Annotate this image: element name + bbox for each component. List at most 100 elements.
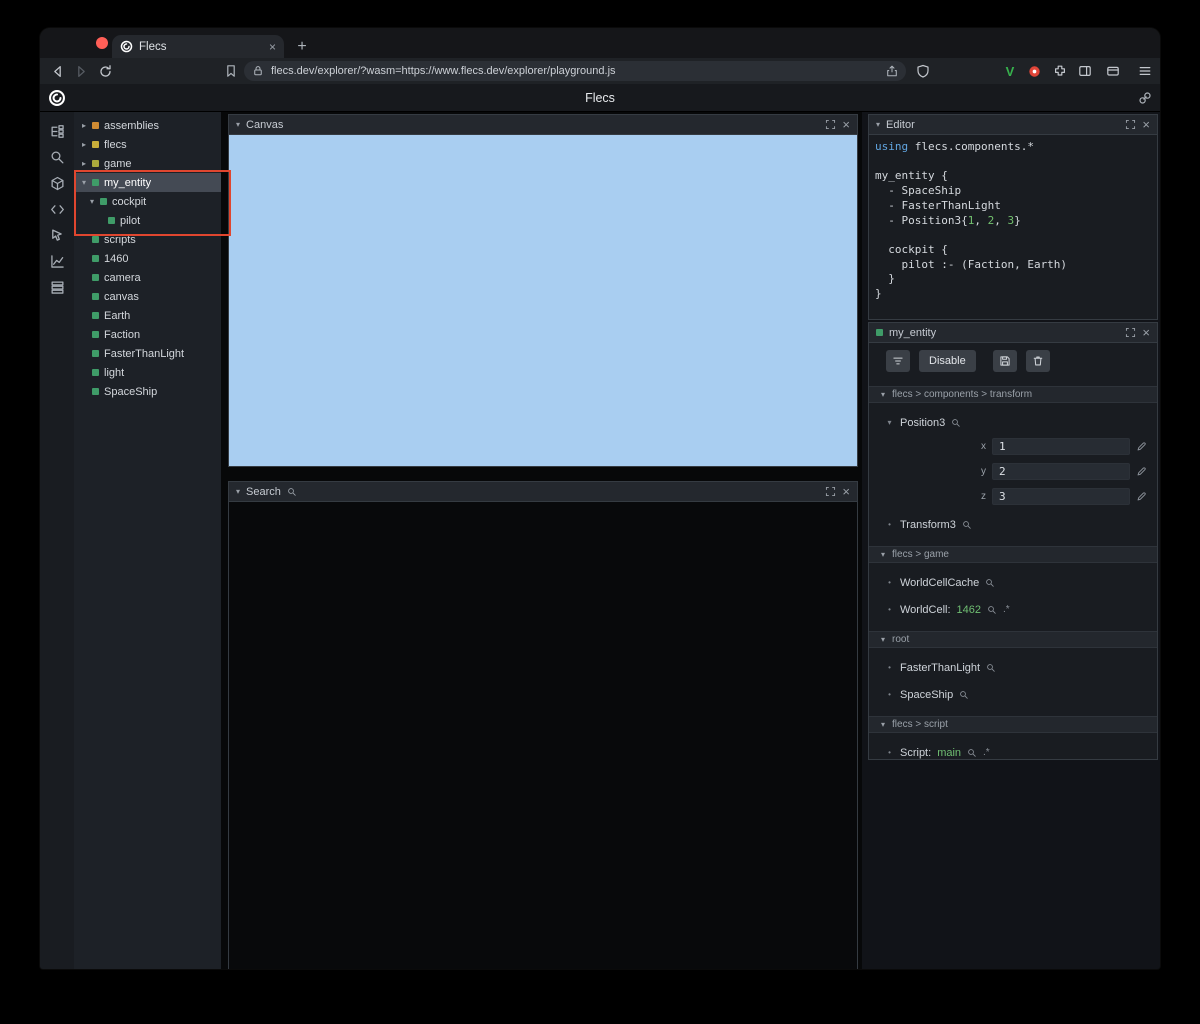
right-column: ▾ Editor × using flecs.components.* my_e… [862,112,1160,969]
flecs-logo-icon[interactable] [48,89,66,107]
code-editor[interactable]: using flecs.components.* my_entity { - S… [869,135,1157,307]
search-panel: ▾ Search × [228,481,858,969]
tree-item-light[interactable]: light [74,363,221,382]
tree-item-scripts[interactable]: scripts [74,230,221,249]
close-window-button[interactable] [96,37,108,49]
component-row-worldcellcache[interactable]: • WorldCellCache [869,575,1157,590]
query-icon[interactable] [987,605,997,615]
rail-search-button[interactable] [40,144,74,170]
component-row-position3[interactable]: ▾ Position3 [869,415,1157,430]
query-icon[interactable] [986,663,996,673]
rail-memory-button[interactable] [40,274,74,300]
position3-z-input[interactable] [992,488,1130,505]
tree-item-flecs[interactable]: ▸ flecs [74,135,221,154]
record-extension-icon[interactable] [1028,65,1041,78]
tree-item-camera[interactable]: camera [74,268,221,287]
query-icon[interactable] [959,690,969,700]
pencil-icon[interactable] [1136,491,1147,502]
reload-icon[interactable] [98,64,113,79]
fullscreen-icon[interactable] [1125,327,1136,338]
close-icon[interactable]: × [1142,118,1150,131]
query-icon[interactable] [951,418,961,428]
tree-item-pilot[interactable]: pilot [74,211,221,230]
tree-item-1460[interactable]: 1460 [74,249,221,268]
chevron-down-icon[interactable]: ▾ [236,120,240,129]
browser-tab[interactable]: Flecs × [112,35,284,58]
back-icon[interactable] [50,64,65,79]
entity-icon [92,369,99,376]
chevron-down-icon[interactable]: ▾ [236,487,240,496]
link-icon[interactable] [1138,91,1152,105]
fullscreen-icon[interactable] [1125,119,1136,130]
render-canvas[interactable] [229,135,857,466]
close-icon[interactable]: × [1142,326,1150,339]
tree-item-SpaceShip[interactable]: SpaceShip [74,382,221,401]
section-header[interactable]: ▾ root [869,631,1157,648]
component-row-spaceship[interactable]: • SpaceShip [869,687,1157,702]
section-header[interactable]: ▾ flecs > game [869,546,1157,563]
position3-x-input[interactable] [992,438,1130,455]
menu-icon[interactable] [1138,64,1152,78]
tree-item-cockpit[interactable]: ▾ cockpit [74,192,221,211]
section-header[interactable]: ▾ flecs > components > transform [869,386,1157,403]
query-icon[interactable] [962,520,972,530]
rail-inspect-button[interactable] [40,222,74,248]
chevron-down-icon[interactable]: ▾ [90,197,100,206]
disable-button[interactable]: Disable [919,350,976,372]
tree-item-game[interactable]: ▸ game [74,154,221,173]
tree-item-Earth[interactable]: Earth [74,306,221,325]
pencil-icon[interactable] [1136,441,1147,452]
query-icon[interactable] [985,578,995,588]
search-panel-header: ▾ Search × [229,482,857,502]
tree-item-Faction[interactable]: Faction [74,325,221,344]
sidebar-toggle-icon[interactable] [1078,64,1092,78]
fullscreen-icon[interactable] [825,486,836,497]
chevron-right-icon[interactable]: ▸ [82,140,92,149]
tree-item-assemblies[interactable]: ▸ assemblies [74,116,221,135]
rail-tree-button[interactable] [40,118,74,144]
url-text[interactable]: flecs.dev/explorer/?wasm=https://www.fle… [271,65,879,77]
rail-stats-button[interactable] [40,248,74,274]
close-icon[interactable]: × [842,485,850,498]
page-title: Flecs [585,90,615,105]
tab-close-icon[interactable]: × [269,40,276,54]
save-button[interactable] [992,350,1017,372]
tree-item-canvas[interactable]: canvas [74,287,221,306]
component-row-fasterthanlight[interactable]: • FasterThanLight [869,660,1157,675]
close-icon[interactable]: × [842,118,850,131]
component-row-script[interactable]: • Script: main .* [869,745,1157,759]
position3-y-input[interactable] [992,463,1130,480]
section-path: flecs > components > transform [892,389,1033,400]
chevron-right-icon[interactable]: ▸ [82,121,92,130]
component-row-worldcell[interactable]: • WorldCell: 1462 .* [869,602,1157,617]
chevron-down-icon[interactable]: ▾ [82,178,92,187]
tree-item-FasterThanLight[interactable]: FasterThanLight [74,344,221,363]
pencil-icon[interactable] [1136,466,1147,477]
tree-item-label: camera [104,271,141,284]
fullscreen-icon[interactable] [825,119,836,130]
share-icon[interactable] [886,65,898,77]
filter-button[interactable] [886,350,910,372]
extensions-puzzle-icon[interactable] [1053,64,1067,78]
rail-entities-button[interactable] [40,170,74,196]
address-bar[interactable]: flecs.dev/explorer/?wasm=https://www.fle… [244,61,906,81]
section-header[interactable]: ▾ flecs > script [869,716,1157,733]
extension-v-icon[interactable]: V [1002,63,1018,79]
delete-button[interactable] [1025,350,1050,372]
tree-item-label: FasterThanLight [104,347,185,360]
entity-icon [92,141,99,148]
tree-item-my_entity[interactable]: ▾ my_entity [74,173,221,192]
rail-code-button[interactable] [40,196,74,222]
inspect-icon [50,228,65,243]
wallet-icon[interactable] [1106,64,1120,78]
bookmark-icon[interactable] [224,64,238,78]
query-icon[interactable] [967,748,977,758]
chevron-down-icon[interactable]: ▾ [876,120,880,129]
new-tab-button[interactable]: + [290,35,314,58]
chevron-right-icon[interactable]: ▸ [82,159,92,168]
canvas-panel: ▾ Canvas × [228,114,858,467]
shield-icon[interactable] [916,64,930,78]
forward-icon[interactable] [74,64,89,79]
component-row-transform3[interactable]: • Transform3 [869,517,1157,532]
section-path: flecs > script [892,719,948,730]
